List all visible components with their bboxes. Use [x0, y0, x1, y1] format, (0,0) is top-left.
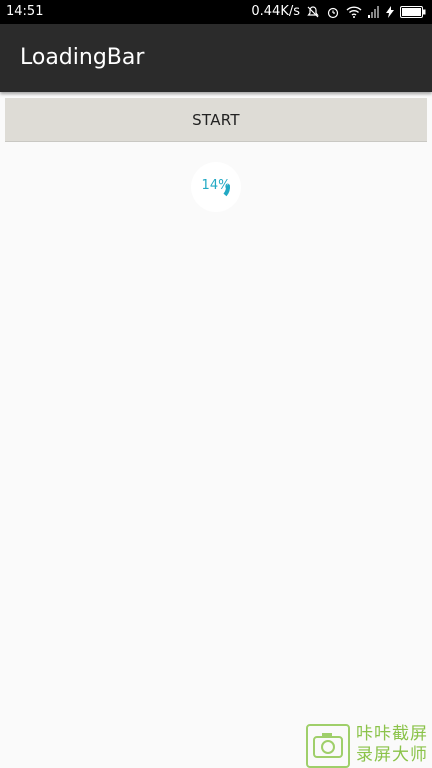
status-indicators: 0.44K/s [251, 4, 426, 19]
progress-percent: 14% [201, 178, 231, 193]
signal-icon [368, 5, 380, 18]
charging-icon [386, 5, 394, 18]
network-speed: 0.44K/s [251, 4, 300, 19]
battery-icon [400, 5, 426, 18]
wifi-icon [346, 5, 362, 18]
screen: 14:51 0.44K/s LoadingBar START 14% 咔咔截屏 … [0, 0, 432, 768]
app-title: LoadingBar [20, 45, 145, 70]
watermark: 咔咔截屏 录屏大师 [306, 724, 432, 768]
watermark-text: 咔咔截屏 录屏大师 [356, 724, 428, 766]
status-time: 14:51 [6, 4, 44, 19]
mute-icon [306, 5, 320, 19]
loading-progress: 14% [182, 158, 250, 216]
action-bar: LoadingBar [0, 24, 432, 92]
camera-icon [306, 724, 350, 768]
alarm-icon [326, 5, 340, 19]
watermark-line1: 咔咔截屏 [356, 724, 428, 744]
watermark-line2: 录屏大师 [356, 745, 428, 765]
start-button[interactable]: START [5, 98, 427, 142]
status-bar: 14:51 0.44K/s [0, 0, 432, 24]
